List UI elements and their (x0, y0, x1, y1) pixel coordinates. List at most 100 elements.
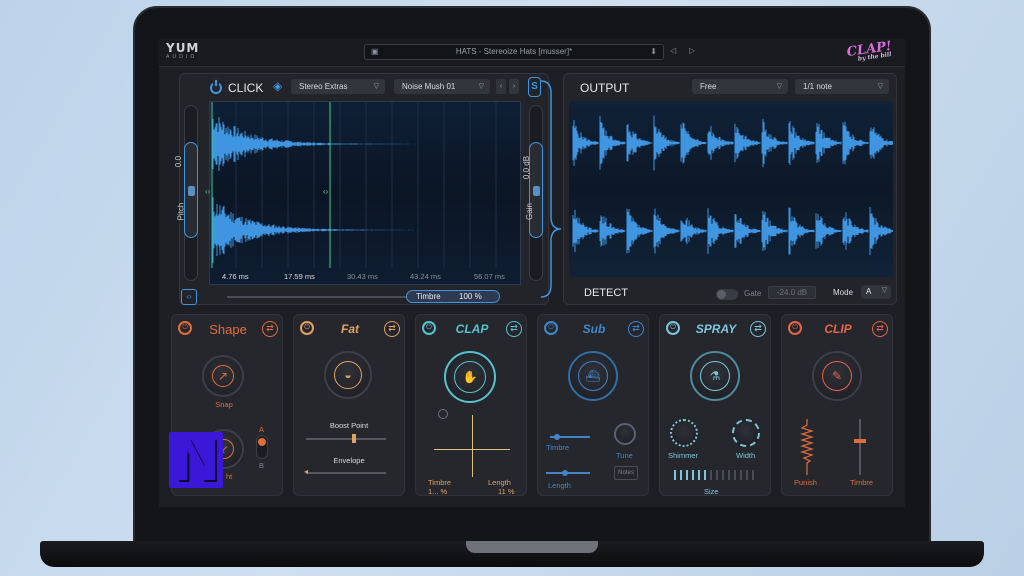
clap-knob[interactable]: ✋ (444, 351, 496, 403)
timbre-slider[interactable]: Timbre 100 % (406, 290, 500, 303)
shimmer-knob[interactable] (670, 419, 698, 447)
shape-power-icon[interactable]: ⏻ (178, 321, 192, 335)
size-slider[interactable] (674, 467, 758, 480)
click-waveform[interactable]: 4.76 ms 17.59 ms 30.43 ms 43.24 ms 56.07… (205, 101, 522, 285)
module-spray: ⏻ SPRAY ⇄ ⚗ Shimmer Width Size (659, 314, 771, 496)
next-preset-icon[interactable]: ▷ (689, 46, 695, 55)
layers-icon[interactable]: ◈ (273, 79, 282, 93)
notes-toggle[interactable]: Notes (614, 466, 638, 480)
clip-title: CLIP (824, 322, 852, 336)
end-marker-handle[interactable]: ‹› (323, 187, 328, 196)
clip-knob[interactable]: ✎ (812, 351, 862, 401)
overlay-n-badge: N (169, 431, 223, 489)
pitch-slider-handle[interactable] (188, 186, 195, 196)
boost-point-handle[interactable] (352, 434, 356, 443)
sync-dropdown-value: Free (700, 82, 717, 91)
spray-power-icon[interactable]: ⏻ (666, 321, 680, 335)
mic-icon[interactable]: ⬇ (650, 45, 657, 59)
snap-knob[interactable]: ↗ (202, 355, 244, 397)
mode-label: Mode (833, 288, 854, 297)
spray-swap-icon[interactable]: ⇄ (750, 321, 766, 337)
clip-timbre-slider[interactable] (859, 419, 861, 475)
spray-knob[interactable]: ⚗ (690, 351, 740, 401)
top-bar: YUM AUDIO ▣ HATS - Stereoize Hats [musse… (159, 39, 905, 67)
sub-power-icon[interactable]: ⏻ (544, 321, 558, 335)
snap-label: Snap (215, 400, 233, 409)
click-power-icon[interactable] (210, 80, 222, 94)
boost-point-slider[interactable] (306, 438, 386, 440)
laptop-notch (466, 541, 598, 553)
output-title: OUTPUT (580, 81, 630, 95)
start-marker-handle[interactable]: ‹› (205, 187, 210, 196)
clap-power-icon[interactable]: ⏻ (422, 321, 436, 335)
xy-pad-vertical[interactable] (472, 415, 473, 477)
sample-dropdown[interactable]: Noise Mush 01 ▽ (394, 79, 490, 94)
sub-title: Sub (582, 322, 606, 336)
sub-length-slider[interactable] (546, 472, 590, 474)
sub-timbre-handle[interactable] (554, 434, 560, 440)
timeline-tick: 4.76 ms (222, 272, 249, 281)
clip-power-icon[interactable]: ⏻ (788, 321, 802, 335)
click-title: CLICK (228, 81, 264, 95)
timeline-tick: 56.07 ms (474, 272, 505, 281)
envelope-handle[interactable]: ◂ (304, 467, 308, 476)
prev-preset-icon[interactable]: ◁ (670, 46, 676, 55)
clap-y-value: 11 % (498, 487, 515, 496)
module-clip: ⏻ CLIP ⇄ ✎ Punish Timbre (781, 314, 893, 496)
gate-input[interactable]: -24.0 dB (768, 286, 816, 299)
spray-title: SPRAY (695, 322, 737, 336)
pitch-value: 0.0 (174, 155, 184, 168)
pitch-label: Pitch (176, 202, 186, 221)
chevron-down-icon: ▽ (478, 83, 484, 90)
shimmer-label: Shimmer (668, 451, 699, 460)
click-waveform-graph (209, 102, 522, 268)
module-spray-header: ⏻ SPRAY ⇄ (660, 319, 772, 337)
preset-browser[interactable]: ▣ HATS - Stereoize Hats [musser]* ⬇ (364, 44, 664, 60)
sub-swap-icon[interactable]: ⇄ (628, 321, 644, 337)
punish-spring-slider[interactable] (800, 419, 814, 475)
shape-swap-icon[interactable]: ⇄ (262, 321, 278, 337)
category-dropdown[interactable]: Stereo Extras ▽ (291, 79, 385, 94)
fat-knob[interactable]: ◒ (324, 351, 372, 399)
fat-swap-icon[interactable]: ⇄ (384, 321, 400, 337)
timeline-tick: 17.59 ms (284, 272, 315, 281)
expand-icon[interactable]: ‹› (181, 289, 197, 305)
output-waveform-graph (572, 115, 896, 256)
boost-point-label: Boost Point (329, 421, 369, 430)
plugin-window: YUM AUDIO ▣ HATS - Stereoize Hats [musse… (159, 39, 905, 507)
ab-switch[interactable] (256, 435, 268, 459)
tune-knob[interactable] (614, 423, 636, 445)
punish-label: Punish (794, 478, 817, 487)
envelope-slider[interactable] (306, 472, 386, 474)
width-knob[interactable] (732, 419, 760, 447)
prev-sample-button[interactable]: ‹ (496, 79, 506, 94)
sub-length-label: Length (548, 481, 571, 490)
category-dropdown-value: Stereo Extras (299, 82, 348, 91)
clip-swap-icon[interactable]: ⇄ (872, 321, 888, 337)
timbre-value: 100 % (459, 292, 482, 301)
timbre-slider-track[interactable] (227, 296, 407, 298)
output-waveform[interactable] (569, 101, 896, 277)
next-sample-button[interactable]: › (509, 79, 519, 94)
sync-dropdown[interactable]: Free ▽ (692, 79, 788, 94)
clap-swap-icon[interactable]: ⇄ (506, 321, 522, 337)
gate-label: Gate (744, 289, 762, 298)
sub-knob[interactable]: ⛴ (568, 351, 618, 401)
module-fat: ⏻ Fat ⇄ ◒ Boost Point Envelope ◂ (293, 314, 405, 496)
sub-length-handle[interactable] (562, 470, 568, 476)
shape-secondary-label: ht (226, 472, 233, 481)
fat-power-icon[interactable]: ⏻ (300, 321, 314, 335)
module-sub: ⏻ Sub ⇄ ⛴ Timbre Tune Length Notes (537, 314, 649, 496)
size-slider-ticks (674, 470, 754, 480)
clap-y-label: Length (488, 478, 511, 487)
rate-dropdown[interactable]: 1/1 note ▽ (795, 79, 889, 94)
overlay-n-letter: N (171, 426, 221, 494)
switch-a-label: A (259, 425, 265, 434)
mode-dropdown[interactable]: A ▽ (861, 285, 891, 299)
module-shape-header: ⏻ Shape ⇄ (172, 319, 284, 337)
detect-toggle[interactable] (716, 289, 738, 300)
save-icon[interactable]: ▣ (371, 45, 379, 59)
pitch-slider[interactable] (184, 105, 198, 281)
xy-target-icon[interactable] (438, 409, 448, 419)
clip-timbre-handle[interactable] (854, 439, 866, 443)
